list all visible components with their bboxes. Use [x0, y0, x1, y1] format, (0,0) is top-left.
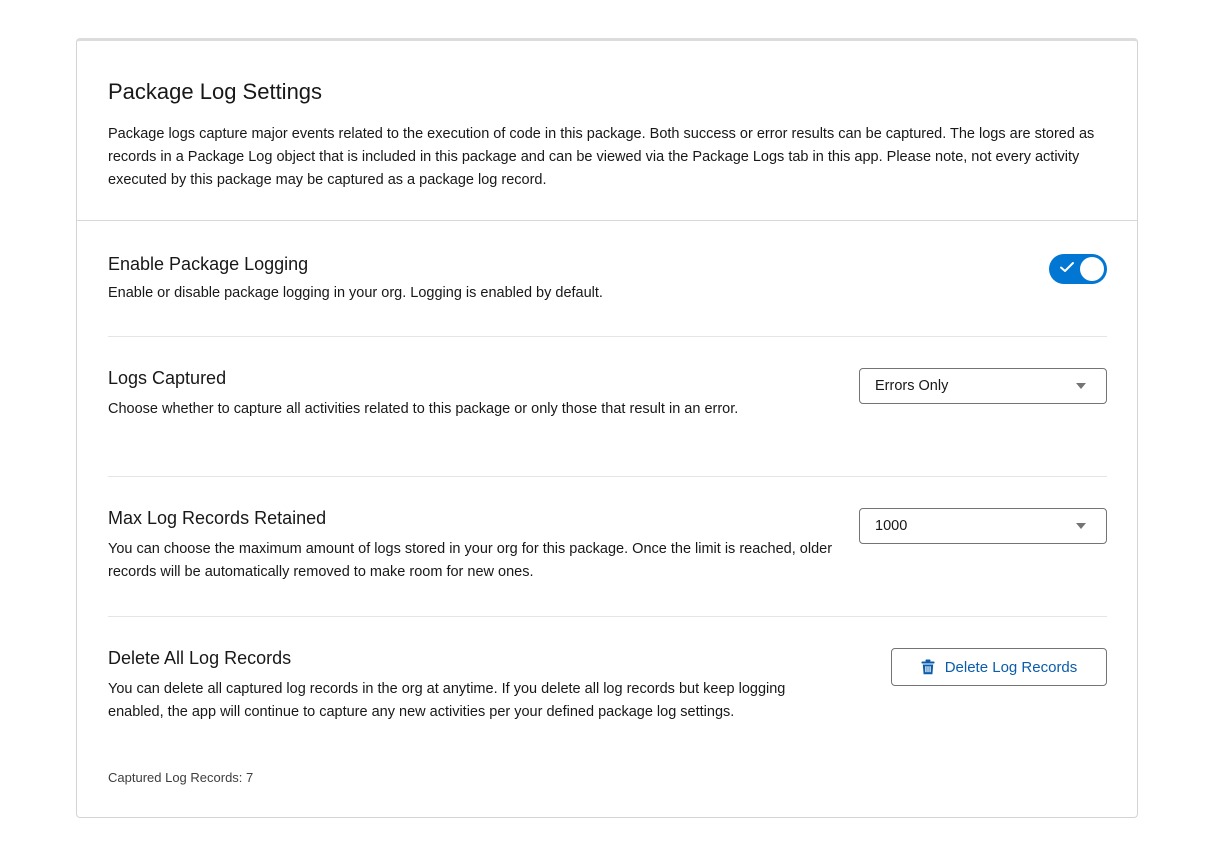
- page-title: Package Log Settings: [108, 79, 323, 104]
- card-header: Package Log Settings Package logs captur…: [77, 41, 1137, 221]
- logs-captured-select[interactable]: Errors Only: [859, 368, 1107, 404]
- setting-description: You can delete all captured log records …: [108, 681, 786, 720]
- button-label: Delete Log Records: [944, 658, 1078, 676]
- setting-delete-records: Delete All Log Records You can delete al…: [108, 617, 1107, 792]
- setting-description: Enable or disable package logging in you…: [108, 285, 603, 301]
- setting-title: Logs Captured: [108, 368, 227, 388]
- setting-title: Enable Package Logging: [108, 254, 309, 274]
- setting-title: Max Log Records Retained: [108, 508, 327, 528]
- setting-title: Delete All Log Records: [108, 648, 292, 668]
- trash-icon: [921, 659, 935, 675]
- setting-description: You can choose the maximum amount of log…: [108, 541, 833, 580]
- setting-enable-logging: Enable Package Logging Enable or disable…: [108, 221, 1107, 337]
- select-value: 1000: [875, 518, 908, 534]
- chevron-down-icon: [1076, 383, 1086, 389]
- settings-list: Enable Package Logging Enable or disable…: [77, 221, 1137, 792]
- delete-log-records-button[interactable]: Delete Log Records: [891, 648, 1107, 686]
- check-icon: [1060, 262, 1074, 272]
- captured-log-records-count: Captured Log Records: 7: [108, 770, 254, 785]
- enable-logging-toggle[interactable]: [1049, 254, 1107, 284]
- max-records-select[interactable]: 1000: [859, 508, 1107, 544]
- setting-description: Choose whether to capture all activities…: [108, 401, 739, 417]
- page-description: Package logs capture major events relate…: [108, 126, 1095, 188]
- toggle-knob: [1080, 257, 1104, 281]
- package-log-settings-card: Package Log Settings Package logs captur…: [76, 38, 1138, 818]
- chevron-down-icon: [1076, 523, 1086, 529]
- setting-logs-captured: Logs Captured Choose whether to capture …: [108, 337, 1107, 477]
- select-value: Errors Only: [875, 378, 949, 394]
- setting-max-records: Max Log Records Retained You can choose …: [108, 477, 1107, 617]
